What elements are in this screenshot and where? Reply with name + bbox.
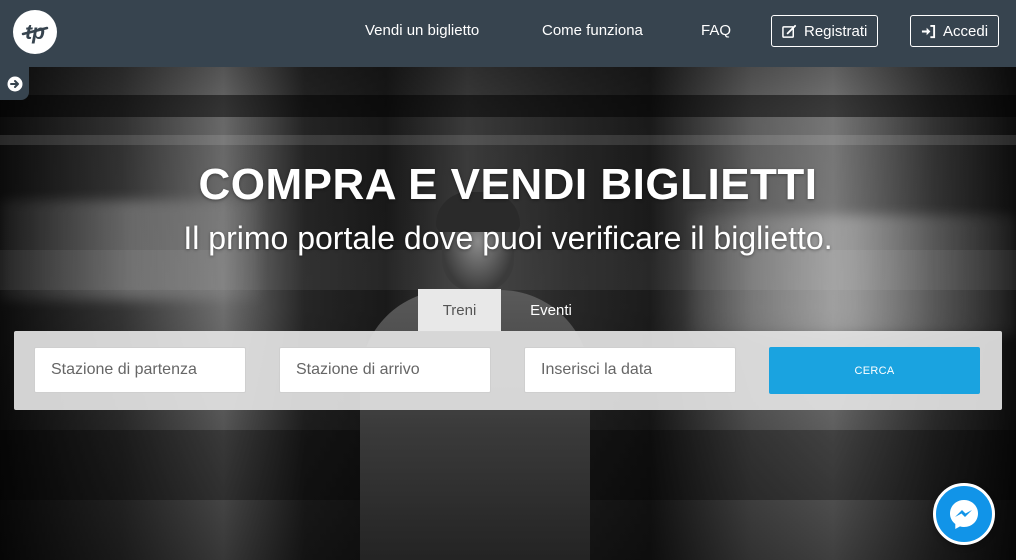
register-label: Registrati xyxy=(804,22,868,40)
tp-logo-icon[interactable]: tp xyxy=(13,10,57,54)
hero-background xyxy=(0,0,1016,560)
nav-link-sell-ticket[interactable]: Vendi un biglietto xyxy=(365,22,479,39)
arrival-station-input[interactable] xyxy=(279,347,491,393)
nav-link-faq[interactable]: FAQ xyxy=(701,22,731,39)
tab-events[interactable]: Eventi xyxy=(510,289,592,331)
nav-link-how-it-works[interactable]: Come funziona xyxy=(542,22,643,39)
bg-stripe xyxy=(0,95,1016,117)
bg-stripe xyxy=(0,135,1016,145)
edit-icon xyxy=(782,24,797,38)
hero-subtitle: Il primo portale dove puoi verificare il… xyxy=(183,220,833,256)
login-button[interactable]: Accedi xyxy=(910,15,1000,47)
sidebar-toggle-button[interactable] xyxy=(0,67,29,100)
hero-title: COMPRA E VENDI BIGLIETTI xyxy=(198,160,818,209)
messenger-icon xyxy=(950,500,978,529)
navbar: tp Vendi un biglietto Come funziona FAQ … xyxy=(0,0,1016,67)
search-button[interactable]: CERCA xyxy=(769,347,980,394)
search-panel: CERCA xyxy=(14,331,1002,410)
login-label: Accedi xyxy=(943,22,989,40)
messenger-chat-button[interactable] xyxy=(933,483,995,545)
arrow-circle-right-icon xyxy=(7,76,22,91)
departure-station-input[interactable] xyxy=(34,347,246,393)
register-button[interactable]: Registrati xyxy=(771,15,879,47)
date-input[interactable] xyxy=(524,347,736,393)
tab-trains[interactable]: Treni xyxy=(418,289,501,331)
sign-in-icon xyxy=(921,24,936,38)
